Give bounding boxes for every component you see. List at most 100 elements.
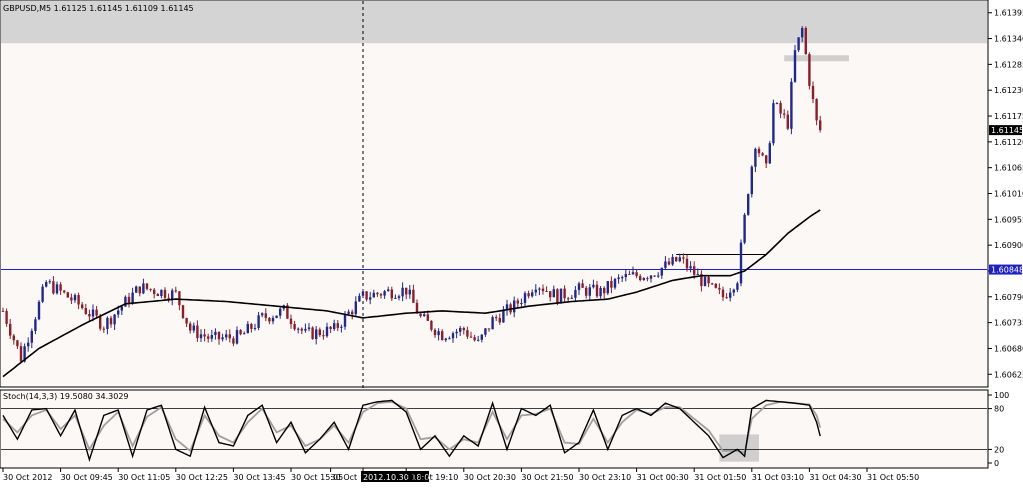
candle-body: [779, 103, 782, 114]
candle-body: [657, 275, 660, 277]
candle-body: [595, 284, 599, 297]
candle-body: [473, 337, 476, 341]
candle-body: [174, 290, 177, 292]
candle-body: [268, 317, 271, 322]
candle-body: [181, 305, 185, 318]
candle: [750, 165, 753, 198]
candle-body: [27, 342, 30, 347]
price-tick-label: 1.61285: [994, 60, 1023, 69]
candle-body: [221, 337, 224, 340]
time-tick-label: 30 Oct 11:05: [118, 473, 170, 482]
candle-body: [570, 297, 573, 299]
candle-body: [747, 194, 750, 215]
candle: [37, 300, 41, 321]
chart-canvas[interactable]: GBPUSD,M5 1.61125 1.61145 1.61109 1.6114…: [0, 0, 1023, 485]
candle-body: [808, 54, 811, 86]
time-tick-label: 31 Oct 04:30: [809, 473, 861, 482]
candle-body: [185, 317, 188, 324]
candle-body: [343, 313, 347, 327]
candle-body: [592, 284, 595, 288]
candle: [743, 212, 746, 245]
candle-body: [513, 300, 516, 313]
candle-body: [412, 289, 415, 303]
candle-body: [624, 273, 627, 278]
candle-body: [55, 284, 59, 294]
candle-body: [678, 257, 681, 262]
candle-body: [451, 333, 455, 339]
candle-body: [639, 276, 642, 281]
candle-body: [379, 294, 383, 296]
price-tick-label: 1.60790: [994, 293, 1023, 302]
candle: [559, 288, 563, 304]
candle-body: [142, 283, 145, 294]
time-tick-label: 31 Oct 00:30: [637, 473, 689, 482]
candle-body: [300, 328, 303, 331]
candle-body: [685, 258, 689, 269]
candle-body: [534, 289, 537, 293]
candle-body: [527, 293, 530, 297]
price-tick-label: 1.60955: [994, 215, 1023, 224]
candle-body: [736, 283, 739, 290]
candle: [772, 99, 775, 146]
candle-body: [171, 290, 174, 300]
candle-body: [113, 314, 116, 325]
svg-text:1.60848: 1.60848: [991, 266, 1023, 275]
candle-body: [117, 310, 120, 315]
candle-body: [653, 275, 656, 277]
candle-body: [711, 283, 714, 285]
candle-body: [401, 287, 404, 297]
candle-body: [628, 273, 631, 275]
candle-body: [315, 329, 318, 340]
candle-body: [70, 297, 73, 301]
candle-body: [376, 292, 379, 295]
time-tick-label: 30 Oct 20:30: [464, 473, 516, 482]
stochastic-tick-label: 100: [994, 391, 1009, 400]
candle-body: [264, 313, 267, 318]
candle-body: [196, 325, 199, 339]
candle-body: [239, 330, 242, 335]
candle-body: [455, 331, 458, 334]
candle-body: [214, 331, 217, 336]
chart-window[interactable]: GBPUSD,M5 1.61125 1.61145 1.61109 1.6114…: [0, 0, 1023, 485]
candle-body: [30, 330, 33, 343]
candle-body: [387, 289, 390, 292]
stochastic-tick-label: 20: [994, 445, 1004, 454]
price-tick-label: 1.61395: [994, 9, 1023, 18]
stochastic-panel[interactable]: [0, 389, 989, 469]
candle-body: [761, 153, 764, 156]
candle-body: [95, 309, 98, 316]
candle: [606, 281, 609, 296]
candle-body: [675, 256, 678, 262]
candle-body: [732, 289, 735, 293]
time-tick-label: 30 Oct: [331, 473, 358, 482]
stochastic-tick-label: 0: [994, 459, 999, 468]
time-tick-label: 31 Oct 03:10: [752, 473, 804, 482]
candle-body: [635, 272, 638, 277]
stochastic-title: Stoch(14,3,3) 19.5080 34.3029: [3, 392, 129, 401]
candle-body: [91, 309, 95, 317]
candle-body: [369, 297, 372, 300]
candle-body: [531, 292, 534, 297]
candle-body: [804, 28, 807, 55]
candle-body: [739, 242, 743, 284]
candle-body: [541, 288, 545, 292]
candle-body: [41, 286, 44, 302]
candle-body: [253, 327, 257, 329]
candle-body: [786, 114, 789, 129]
candle: [311, 326, 314, 340]
price-tick-label: 1.61120: [994, 138, 1023, 147]
candle-body: [225, 334, 228, 338]
candle-body: [217, 331, 221, 340]
time-tick-label: 31 Oct 05:50: [867, 473, 919, 482]
candle-body: [444, 338, 447, 341]
candle: [703, 275, 707, 287]
candle: [675, 256, 678, 262]
candle-body: [793, 50, 797, 82]
candle-body: [426, 314, 429, 321]
candle-body: [45, 282, 48, 287]
candle-body: [477, 339, 480, 341]
candle-body: [19, 346, 23, 362]
stochastic-tick-label: 80: [994, 405, 1004, 414]
candle-body: [484, 328, 487, 335]
candle-body: [819, 120, 822, 131]
